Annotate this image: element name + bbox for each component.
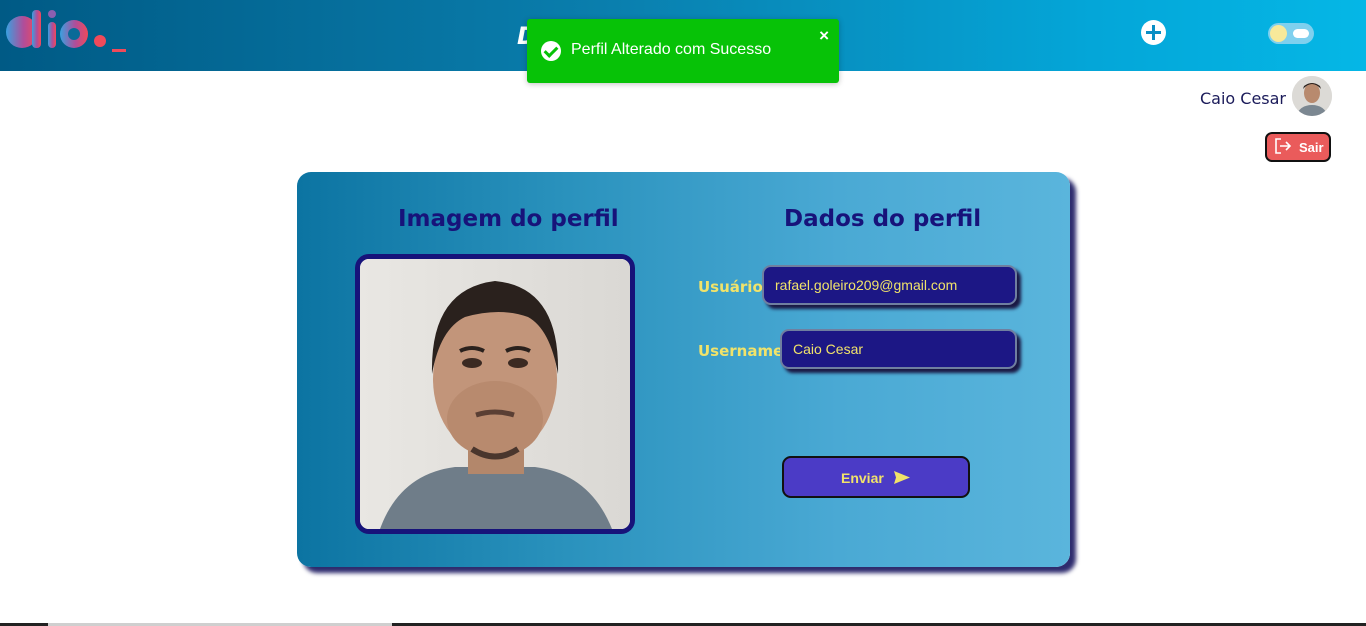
cloud-icon: [1293, 29, 1309, 38]
toast-message: Perfil Alterado com Sucesso: [571, 41, 772, 58]
logout-button[interactable]: Sair: [1265, 132, 1331, 162]
profile-image[interactable]: [355, 254, 635, 534]
submit-label: Enviar: [841, 470, 884, 486]
usuario-label: Usuário:: [698, 278, 769, 296]
send-icon: [894, 471, 910, 484]
dio-logo[interactable]: [4, 8, 128, 54]
data-section-title: Dados do perfil: [784, 206, 982, 232]
image-section-title: Imagem do perfil: [398, 206, 619, 232]
sun-icon: [1270, 25, 1287, 42]
profile-photo: [360, 259, 630, 529]
add-post-button[interactable]: [1141, 20, 1166, 45]
check-circle-icon: [541, 41, 561, 61]
logout-label: Sair: [1299, 140, 1324, 155]
logout-icon: [1275, 138, 1292, 154]
username-field[interactable]: Caio Cesar: [780, 329, 1017, 369]
profile-card: Imagem do perfil Dados do perfil Usuário: [297, 172, 1070, 567]
avatar[interactable]: [1292, 76, 1332, 116]
success-toast: Perfil Alterado com Sucesso ×: [527, 19, 839, 83]
usuario-field[interactable]: rafael.goleiro209@gmail.com: [762, 265, 1017, 305]
theme-toggle[interactable]: [1268, 23, 1314, 44]
user-name: Caio Cesar: [1199, 89, 1286, 108]
submit-button[interactable]: Enviar: [782, 456, 970, 498]
toast-close-button[interactable]: ×: [819, 26, 829, 46]
avatar-image: [1292, 76, 1332, 116]
username-label: Username:: [698, 342, 790, 360]
